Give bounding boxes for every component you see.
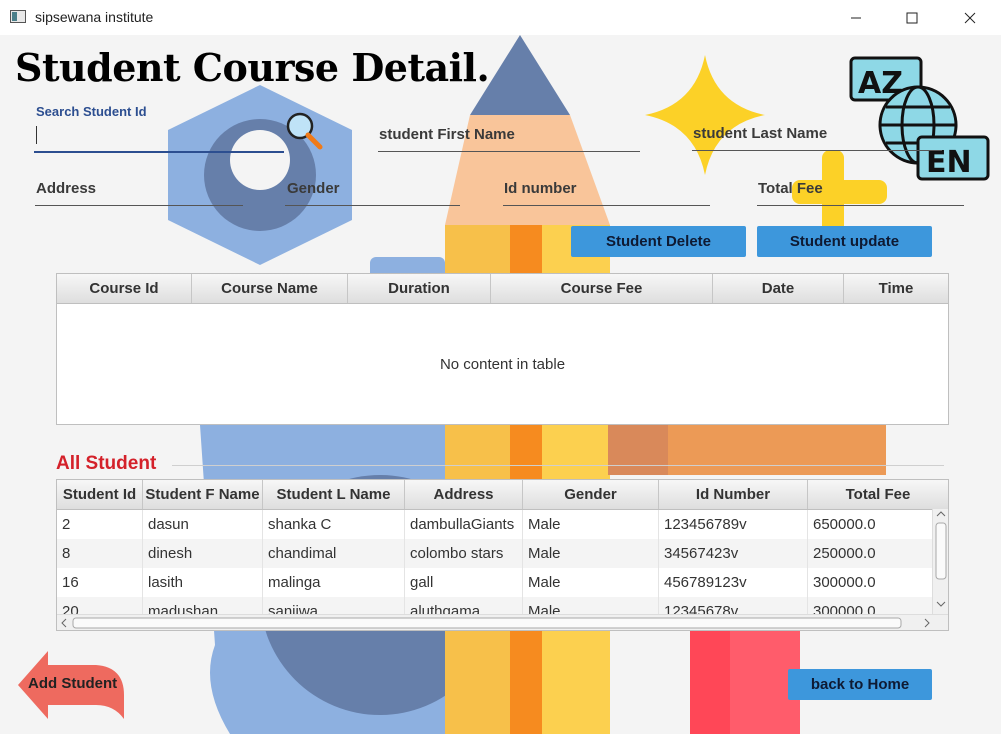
cell-lname: malinga bbox=[263, 568, 405, 597]
scroll-up-icon bbox=[936, 511, 946, 517]
table-row[interactable]: 2 dasun shanka C dambullaGiants Male 123… bbox=[57, 510, 932, 539]
total-fee-field[interactable] bbox=[757, 205, 964, 206]
col-id-number[interactable]: Id Number bbox=[659, 480, 808, 509]
search-student-id-input[interactable] bbox=[34, 123, 284, 153]
address-field[interactable] bbox=[35, 205, 243, 206]
col-date[interactable]: Date bbox=[713, 274, 844, 303]
first-name-label: student First Name bbox=[379, 126, 515, 143]
col-gender[interactable]: Gender bbox=[523, 480, 659, 509]
col-duration[interactable]: Duration bbox=[348, 274, 491, 303]
search-icon bbox=[286, 112, 323, 150]
col-student-fname[interactable]: Student F Name bbox=[143, 480, 263, 509]
cell-total-fee: 250000.0 bbox=[813, 545, 876, 562]
cell-id-number: 123456789v bbox=[659, 510, 808, 539]
last-name-field[interactable] bbox=[692, 150, 942, 151]
add-student-button[interactable]: Add Student bbox=[18, 649, 128, 721]
col-student-lname[interactable]: Student L Name bbox=[263, 480, 405, 509]
maximize-button[interactable] bbox=[889, 0, 935, 35]
section-divider bbox=[172, 465, 944, 466]
cell-student-id: 2 bbox=[57, 510, 143, 539]
page-title: Student Course Detail. bbox=[15, 45, 490, 90]
cell-student-id: 8 bbox=[57, 539, 143, 568]
col-student-id[interactable]: Student Id bbox=[57, 480, 143, 509]
cell-gender: Male bbox=[523, 510, 659, 539]
vertical-scrollbar[interactable] bbox=[932, 509, 948, 614]
cell-total-fee: 650000.0 bbox=[813, 516, 876, 533]
vscroll-track bbox=[935, 511, 947, 607]
last-name-label: student Last Name bbox=[693, 125, 828, 142]
col-course-name[interactable]: Course Name bbox=[192, 274, 348, 303]
empty-table-message: No content in table bbox=[439, 356, 566, 373]
cell-fname: dinesh bbox=[143, 539, 263, 568]
cell-gender: Male bbox=[523, 539, 659, 568]
scroll-down-icon bbox=[936, 601, 946, 607]
close-icon bbox=[964, 12, 976, 23]
cell-address: colombo stars bbox=[405, 539, 523, 568]
student-delete-button[interactable]: Student Delete bbox=[571, 226, 746, 257]
search-student-id-label: Search Student Id bbox=[36, 104, 147, 119]
cell-fname: lasith bbox=[143, 568, 263, 597]
table-row[interactable]: 16 lasith malinga gall Male 456789123v 3… bbox=[57, 568, 932, 597]
col-time[interactable]: Time bbox=[844, 274, 948, 303]
minimize-icon bbox=[851, 17, 861, 18]
translate-icon[interactable]: AZ EN bbox=[848, 55, 991, 183]
id-number-label: Id number bbox=[504, 180, 577, 197]
hscroll-thumb bbox=[72, 617, 902, 629]
cell-lname: shanka C bbox=[263, 510, 405, 539]
col-course-fee[interactable]: Course Fee bbox=[491, 274, 713, 303]
close-button[interactable] bbox=[947, 0, 993, 35]
gender-label: Gender bbox=[287, 180, 340, 197]
cell-lname: chandimal bbox=[263, 539, 405, 568]
window-titlebar: sipsewana institute bbox=[0, 0, 1001, 35]
back-to-home-button[interactable]: back to Home bbox=[788, 669, 932, 700]
minimize-button[interactable] bbox=[833, 0, 879, 35]
text-caret bbox=[36, 126, 37, 144]
course-table-header: Course Id Course Name Duration Course Fe… bbox=[57, 274, 948, 304]
cell-fname: dasun bbox=[143, 510, 263, 539]
students-table[interactable]: Student Id Student F Name Student L Name… bbox=[56, 479, 949, 631]
first-name-field[interactable] bbox=[378, 151, 640, 152]
cell-gender: Male bbox=[523, 568, 659, 597]
scroll-left-icon bbox=[61, 618, 67, 628]
window-title: sipsewana institute bbox=[35, 9, 154, 25]
cell-id-number: 456789123v bbox=[659, 568, 808, 597]
scroll-right-icon bbox=[924, 618, 930, 628]
students-table-header: Student Id Student F Name Student L Name… bbox=[57, 480, 948, 510]
total-fee-label: Total Fee bbox=[758, 180, 823, 197]
col-course-id[interactable]: Course Id bbox=[57, 274, 192, 303]
horizontal-scrollbar[interactable] bbox=[57, 614, 948, 630]
gender-field[interactable] bbox=[285, 205, 460, 206]
cell-student-id: 16 bbox=[57, 568, 143, 597]
add-student-label: Add Student bbox=[28, 675, 118, 692]
maximize-icon bbox=[906, 12, 918, 23]
course-table[interactable]: Course Id Course Name Duration Course Fe… bbox=[56, 273, 949, 425]
vscroll-thumb bbox=[935, 522, 947, 580]
cell-total-fee: 300000.0 bbox=[813, 574, 876, 591]
hscroll-track bbox=[61, 617, 930, 629]
address-label: Address bbox=[36, 180, 97, 197]
app-icon bbox=[10, 10, 26, 23]
col-address[interactable]: Address bbox=[405, 480, 523, 509]
all-student-heading: All Student bbox=[56, 453, 157, 474]
table-row[interactable]: 8 dinesh chandimal colombo stars Male 34… bbox=[57, 539, 932, 568]
cell-address: dambullaGiants bbox=[405, 510, 523, 539]
main-content: Student Course Detail. AZ EN Search Stud… bbox=[0, 35, 1001, 734]
cell-address: gall bbox=[405, 568, 523, 597]
col-total-fee[interactable]: Total Fee bbox=[808, 480, 948, 509]
cell-id-number: 34567423v bbox=[659, 539, 808, 568]
student-update-button[interactable]: Student update bbox=[757, 226, 932, 257]
id-number-field[interactable] bbox=[503, 205, 710, 206]
search-button[interactable] bbox=[283, 111, 325, 151]
